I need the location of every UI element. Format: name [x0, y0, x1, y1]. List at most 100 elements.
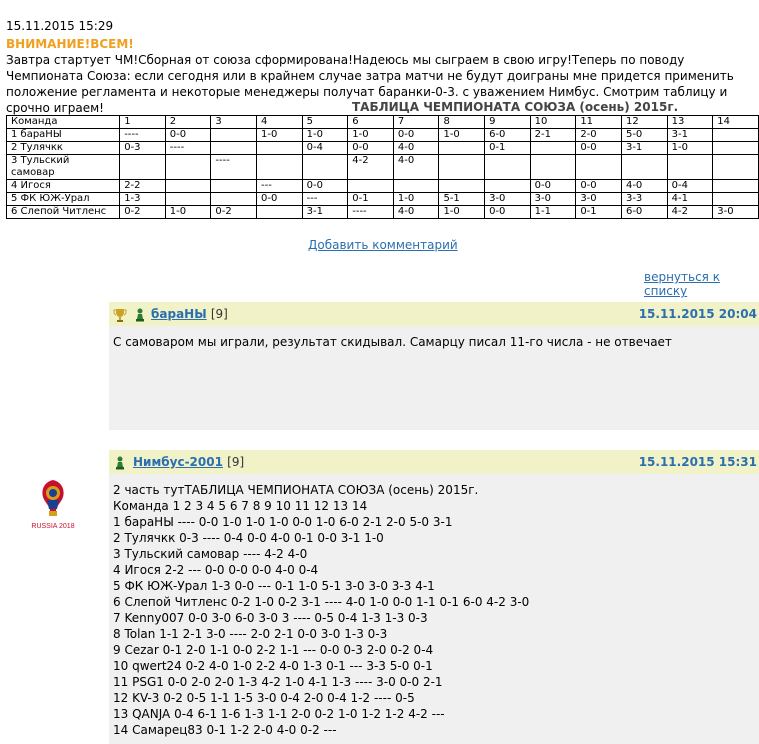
score-cell: ----: [164, 141, 212, 155]
score-cell: 1-0: [438, 205, 486, 219]
table-row: 2 Тулячкк 0-3 ---- 0-4 0-0 4-0 0-1 0-0 3-1 1-0: [5, 141, 759, 155]
score-cell: ----: [210, 154, 258, 180]
comment-author[interactable]: бараНЫ [9]: [151, 307, 228, 321]
score-cell: [666, 154, 714, 180]
comment-line: 13 QANJA 0-4 6-1 1-6 1-3 1-1 2-0 0-2 1-0…: [113, 707, 445, 721]
score-cell: 0-1: [575, 205, 622, 219]
logo-caption: RUSSIA 2018: [31, 523, 74, 530]
score-cell: 3-3: [620, 192, 668, 206]
score-cell: 1-1: [529, 205, 577, 219]
comment-line: Команда 1 2 3 4 5 6 7 8 9 10 11 12 13 14: [113, 499, 368, 513]
trophy-icon: [113, 309, 127, 322]
table-row: 1 бараНЫ ---- 0-0 1-0 1-0 1-0 0-0 1-0 6-0 2-1 2-0 5…: [5, 128, 759, 142]
score-cell: 3-0: [529, 192, 577, 206]
score-cell: [712, 192, 759, 206]
pawn-icon: [116, 456, 124, 470]
table-row: 3 Тульский самовар ---- 4-2 4-0: [5, 154, 759, 180]
table-header-cell: 12: [620, 115, 668, 129]
score-cell: 3-1: [666, 128, 714, 142]
score-cell: 0-4: [301, 141, 349, 155]
comment-line: 10 qwert24 0-2 4-0 1-0 2-2 4-0 1-3 0-1 -…: [113, 659, 433, 673]
score-cell: 4-2: [666, 205, 714, 219]
score-cell: 6-0: [620, 205, 668, 219]
table-header-cell: 5: [301, 115, 349, 129]
score-cell: 1-0: [347, 128, 394, 142]
score-cell: 4-0: [392, 205, 440, 219]
comment-line: 2 Тулячкк 0-3 ---- 0-4 0-0 4-0 0-1 0-0 3…: [113, 531, 384, 545]
score-cell: 2-2: [119, 179, 166, 193]
table-header-cell: 1: [119, 115, 166, 129]
table-header-cell: 7: [392, 115, 440, 129]
score-cell: 2-0: [575, 128, 622, 142]
score-cell: 3-0: [712, 205, 759, 219]
comment-line: 1 бараНЫ ---- 0-0 1-0 1-0 1-0 0-0 1-0 6-…: [113, 515, 453, 529]
score-cell: 5-1: [438, 192, 486, 206]
score-cell: [347, 179, 394, 193]
score-cell: [712, 179, 759, 193]
score-cell: ----: [347, 205, 394, 219]
score-cell: [210, 179, 258, 193]
score-cell: [392, 179, 440, 193]
score-cell: [256, 154, 303, 180]
score-cell: 1-0: [256, 128, 303, 142]
comment-line: 9 Cezar 0-1 2-0 1-1 0-0 2-2 1-1 --- 0-0 …: [113, 643, 434, 657]
pawn-icon: [136, 308, 144, 322]
score-cell: 3-0: [575, 192, 622, 206]
score-cell: [529, 154, 577, 180]
score-cell: 1-0: [666, 141, 714, 155]
score-cell: 1-0: [438, 128, 486, 142]
score-cell: [484, 154, 531, 180]
comment-line: 5 ФК ЮЖ-Урал 1-3 0-0 --- 0-1 1-0 5-1 3-0…: [113, 579, 435, 593]
score-cell: ----: [119, 128, 166, 142]
comment-line: 7 Kenny007 0-0 3-0 6-0 3-0 3 ---- 0-5 0-…: [113, 611, 428, 625]
comment-line: 14 Самарец83 0-1 1-2 2-0 4-0 0-2 ---: [113, 723, 337, 737]
score-cell: 0-0: [484, 205, 531, 219]
back-to-list-link[interactable]: вернуться к списку: [644, 270, 759, 298]
comment-line: С самоваром мы играли, результат скидыва…: [113, 335, 672, 349]
team-name-cell: 2 Тулячкк: [5, 141, 121, 155]
score-cell: 6-0: [484, 128, 531, 142]
comment-line: 8 Tolan 1-1 2-1 3-0 ---- 2-0 2-1 0-0 3-0…: [113, 627, 388, 641]
score-cell: 1-0: [301, 128, 349, 142]
score-cell: [484, 179, 531, 193]
score-cell: [119, 154, 166, 180]
table-header-cell: 4: [256, 115, 303, 129]
score-cell: 0-0: [301, 179, 349, 193]
score-cell: 0-0: [164, 128, 212, 142]
comment-author[interactable]: Нимбус-2001 [9]: [133, 455, 244, 469]
post-date: 15.11.2015 15:29: [6, 19, 114, 33]
comment-line: 2 часть тутТАБЛИЦА ЧЕМПИОНАТА СОЮЗА (осе…: [113, 483, 479, 497]
score-cell: [438, 141, 486, 155]
team-name-cell: 5 ФК ЮЖ-Урал: [5, 192, 121, 206]
comment-text: С самоваром мы играли, результат скидыва…: [109, 326, 759, 350]
comment-line: 4 Игося 2-2 --- 0-0 0-0 0-0 4-0 0-4: [113, 563, 319, 577]
score-cell: 1-0: [164, 205, 212, 219]
score-cell: [712, 128, 759, 142]
add-comment-link[interactable]: Добавить комментарий: [308, 238, 458, 252]
score-cell: [210, 128, 258, 142]
score-cell: 4-0: [620, 179, 668, 193]
score-cell: [438, 179, 486, 193]
score-cell: 0-2: [210, 205, 258, 219]
table-row: 4 Игося 2-2 --- 0-0 0-0 0-0 4-0 0-4: [5, 179, 759, 193]
score-cell: 0-1: [347, 192, 394, 206]
comment-date: 15.11.2015 20:04: [638, 307, 757, 321]
score-cell: 0-3: [119, 141, 166, 155]
score-cell: [256, 141, 303, 155]
score-cell: [164, 179, 212, 193]
score-cell: 0-0: [575, 179, 622, 193]
alert-heading: ВНИМАНИЕ!ВСЕМ!: [6, 37, 134, 51]
table-header-row: Команда 1 2 3 4 5 6 7 8 9 10 11 12 13 14: [5, 115, 759, 129]
score-cell: [712, 141, 759, 155]
fifa-2018-logo: RUSSIA 2018: [31, 480, 75, 530]
comment-header: Нимбус-2001 [9] 15.11.2015 15:31: [109, 450, 759, 474]
comment: Нимбус-2001 [9] 15.11.2015 15:31 2 часть…: [109, 450, 759, 744]
score-cell: 3-1: [301, 205, 349, 219]
score-cell: 4-2: [347, 154, 394, 180]
table-header-cell: 8: [438, 115, 486, 129]
team-name-cell: 6 Слепой Читленс: [5, 205, 121, 219]
score-cell: [529, 141, 577, 155]
score-cell: 0-0: [347, 141, 394, 155]
score-cell: 3-1: [620, 141, 668, 155]
score-cell: [256, 205, 303, 219]
